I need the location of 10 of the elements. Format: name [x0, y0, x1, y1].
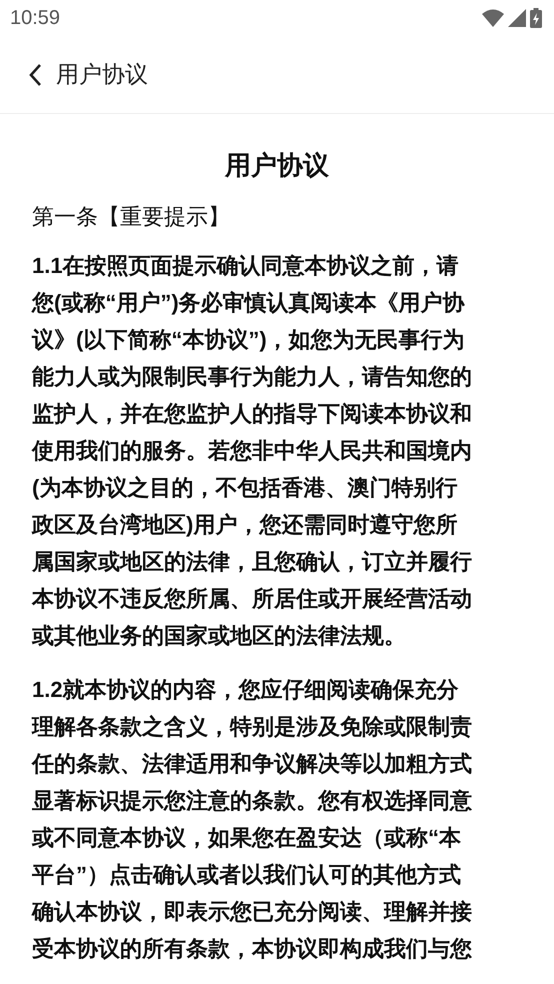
page-title: 用户协议 — [56, 60, 148, 90]
signal-icon — [508, 9, 526, 27]
section-heading: 第一条【重要提示】 — [32, 203, 231, 231]
back-icon[interactable] — [28, 62, 42, 86]
paragraph: 1.1在按照页面提示确认同意本协议之前，请 您(或称“用户”)务必审慎认真阅读本《用户协 议》(以下简称“本协议”)，如您为无民事行为 能力人或为限制民事行为能力人，请告知您的 监护人，并在您监护人的指导下阅读本协议和 使用我们的服务。若您非中华人民共和国境内 (为本协议之目的，不包括香港、澳门特别行 政区及台湾地区)用户，您还需同时遵守您所 属国家或地区的法律，且您确认，订立并履行 本协议不违反您所属、所居住或开展经营活动 或其他业务的国家或地区的法律法规。 — [32, 252, 473, 650]
battery-icon — [530, 8, 542, 28]
status-time: 10:59 — [10, 6, 60, 31]
wifi-icon — [482, 9, 504, 27]
paragraph: 1.2就本协议的内容，您应仔细阅读确保充分 理解各条款之含义，特别是涉及免除或限制责 任的条款、法律适用和争议解决等以加粗方式 显著标识提示您注意的条款。您有权选择同意 或不同意本协议，如果您在盈安达（或称“本 平台”）点击确认或者以我们认可的其他方式 确认本协议，即表示您已充分阅读、理解并接 受本协议的所有条款，本协议即构成我们与您 — [32, 676, 473, 963]
document-title: 用户协议 — [224, 149, 330, 182]
